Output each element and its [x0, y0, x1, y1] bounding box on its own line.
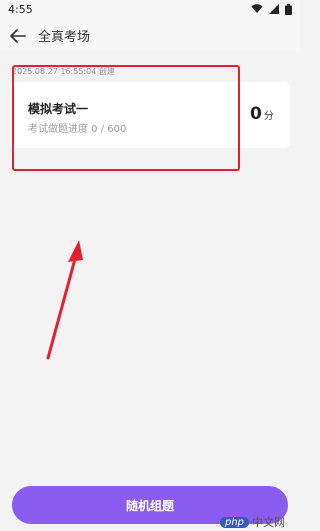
random-compose-label: 随机组题: [125, 498, 174, 513]
watermark-site: 中文网: [252, 516, 286, 529]
annotation-arrow: [46, 240, 83, 360]
watermark-brand: php: [220, 516, 250, 528]
watermark: php 中文网: [220, 514, 285, 530]
